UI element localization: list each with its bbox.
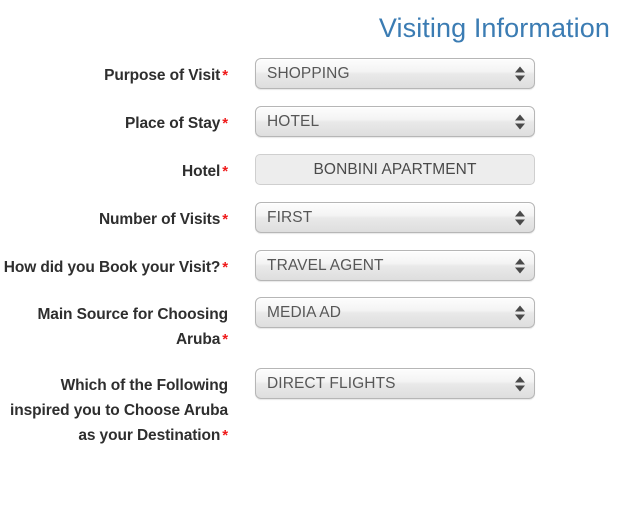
triangle-down-icon [514,123,525,129]
form-row-purpose-of-visit: Purpose of Visit * SHOPPING [0,58,618,89]
triangle-down-icon [514,75,525,81]
stepper-updown-icon[interactable] [514,208,525,227]
field-wrapper-purpose-of-visit: SHOPPING [228,58,618,89]
triangle-up-icon [514,376,525,382]
select-number-of-visits[interactable]: FIRST [255,202,535,233]
text-field-value: BONBINI APARTMENT [313,160,477,178]
form-row-inspiration: Which of the Following inspired you to C… [0,368,618,448]
triangle-up-icon [514,210,525,216]
form-row-hotel: Hotel * BONBINI APARTMENT [0,154,618,185]
label-text: Number of Visits [98,211,221,228]
visiting-information-form-page: Visiting Information Purpose of Visit * S… [0,0,618,524]
stepper-updown-icon[interactable] [514,374,525,393]
label-text: Which of the Following inspired you to C… [10,377,228,444]
label-text: Place of Stay [125,115,221,132]
select-value: SHOPPING [267,64,350,82]
text-field-hotel[interactable]: BONBINI APARTMENT [255,154,535,185]
select-value: TRAVEL AGENT [267,256,384,274]
select-main-source[interactable]: MEDIA AD [255,297,535,328]
required-asterisk: * [222,331,228,348]
required-asterisk: * [222,427,228,444]
triangle-up-icon [514,114,525,120]
label-text: Purpose of Visit [104,67,221,84]
select-value: DIRECT FLIGHTS [267,374,396,392]
stepper-updown-icon[interactable] [514,64,525,83]
select-purpose-of-visit[interactable]: SHOPPING [255,58,535,89]
field-wrapper-main-source: MEDIA AD [228,297,618,328]
field-label-inspiration: Which of the Following inspired you to C… [0,368,228,448]
field-wrapper-place-of-stay: HOTEL [228,106,618,137]
triangle-down-icon [514,267,525,273]
visiting-information-form: Purpose of Visit * SHOPPING Place of Stay… [0,58,618,448]
field-wrapper-hotel: BONBINI APARTMENT [228,154,618,185]
triangle-down-icon [514,219,525,225]
select-value: HOTEL [267,112,320,130]
field-label-hotel: Hotel * [0,154,228,184]
field-wrapper-how-did-you-book: TRAVEL AGENT [228,250,618,281]
select-inspiration[interactable]: DIRECT FLIGHTS [255,368,535,399]
field-label-purpose-of-visit: Purpose of Visit * [0,58,228,88]
form-row-place-of-stay: Place of Stay * HOTEL [0,106,618,137]
select-value: MEDIA AD [267,303,342,321]
form-row-how-did-you-book: How did you Book your Visit? * TRAVEL AGE… [0,250,618,281]
triangle-up-icon [514,66,525,72]
triangle-up-icon [514,305,525,311]
field-label-how-did-you-book: How did you Book your Visit? * [0,250,228,280]
field-label-place-of-stay: Place of Stay * [0,106,228,136]
triangle-up-icon [514,258,525,264]
label-text: Hotel [181,163,221,180]
field-wrapper-number-of-visits: FIRST [228,202,618,233]
field-wrapper-inspiration: DIRECT FLIGHTS [228,368,618,399]
field-label-number-of-visits: Number of Visits * [0,202,228,232]
select-value: FIRST [267,208,313,226]
form-row-main-source: Main Source for Choosing Aruba * MEDIA AD [0,297,618,352]
triangle-down-icon [514,314,525,320]
label-text: How did you Book your Visit? [3,259,221,276]
select-place-of-stay[interactable]: HOTEL [255,106,535,137]
triangle-down-icon [514,385,525,391]
select-how-did-you-book[interactable]: TRAVEL AGENT [255,250,535,281]
stepper-updown-icon[interactable] [514,303,525,322]
page-title: Visiting Information [378,13,610,43]
stepper-updown-icon[interactable] [514,256,525,275]
stepper-updown-icon[interactable] [514,112,525,131]
form-row-number-of-visits: Number of Visits * FIRST [0,202,618,233]
label-text: Main Source for Choosing Aruba [37,306,229,348]
field-label-main-source: Main Source for Choosing Aruba * [0,297,229,352]
